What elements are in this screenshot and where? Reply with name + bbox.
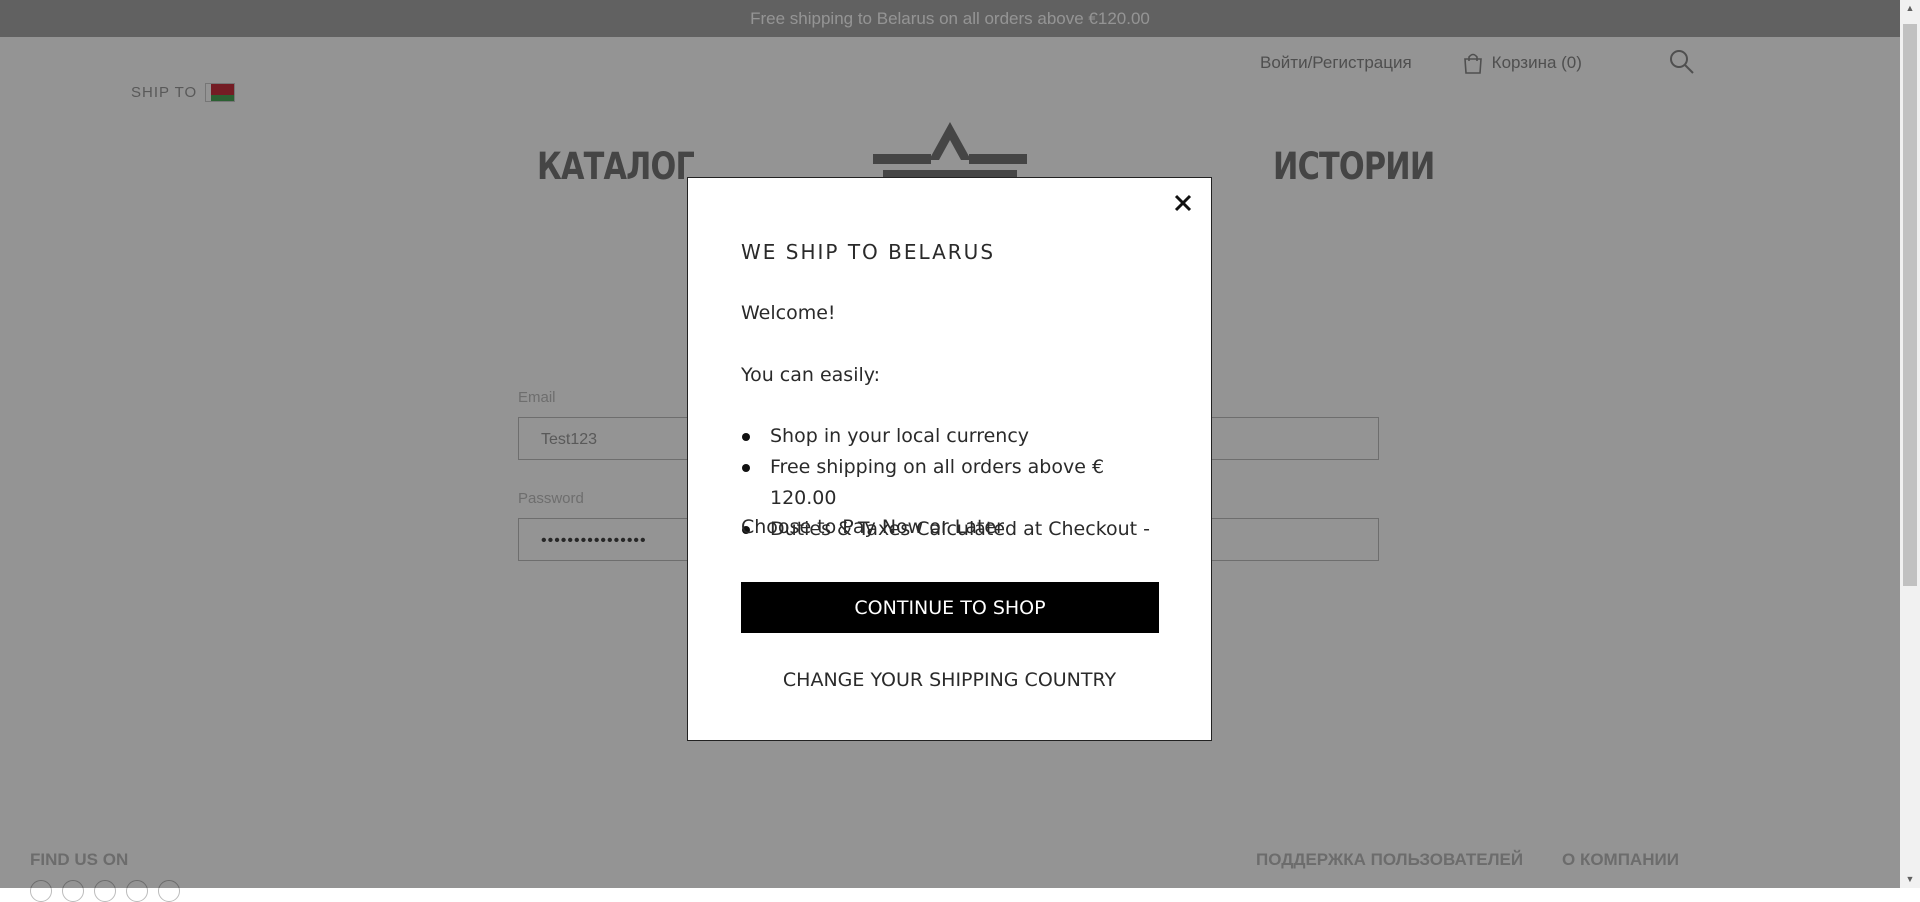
continue-to-shop-button[interactable]: CONTINUE TO SHOP [741, 582, 1159, 633]
page-scrollbar[interactable]: ▲ ▼ [1900, 0, 1920, 888]
close-icon[interactable] [1170, 190, 1196, 216]
shipping-welcome-modal: WE SHIP TO BELARUS Welcome! You can easi… [687, 177, 1212, 741]
modal-intro: You can easily: [741, 364, 881, 386]
list-item: Shop in your local currency [741, 421, 1171, 452]
scroll-down-arrow-icon[interactable]: ▼ [1900, 871, 1920, 888]
modal-welcome: Welcome! [741, 302, 836, 324]
scroll-up-arrow-icon[interactable]: ▲ [1900, 0, 1920, 17]
change-shipping-country-link[interactable]: CHANGE YOUR SHIPPING COUNTRY [688, 669, 1211, 691]
list-item: Free shipping on all orders above € 120.… [741, 452, 1171, 514]
scroll-thumb[interactable] [1903, 24, 1917, 586]
modal-title: WE SHIP TO BELARUS [741, 240, 996, 264]
benefit-continuation: Choose to Pay Now or Later [741, 516, 1004, 538]
